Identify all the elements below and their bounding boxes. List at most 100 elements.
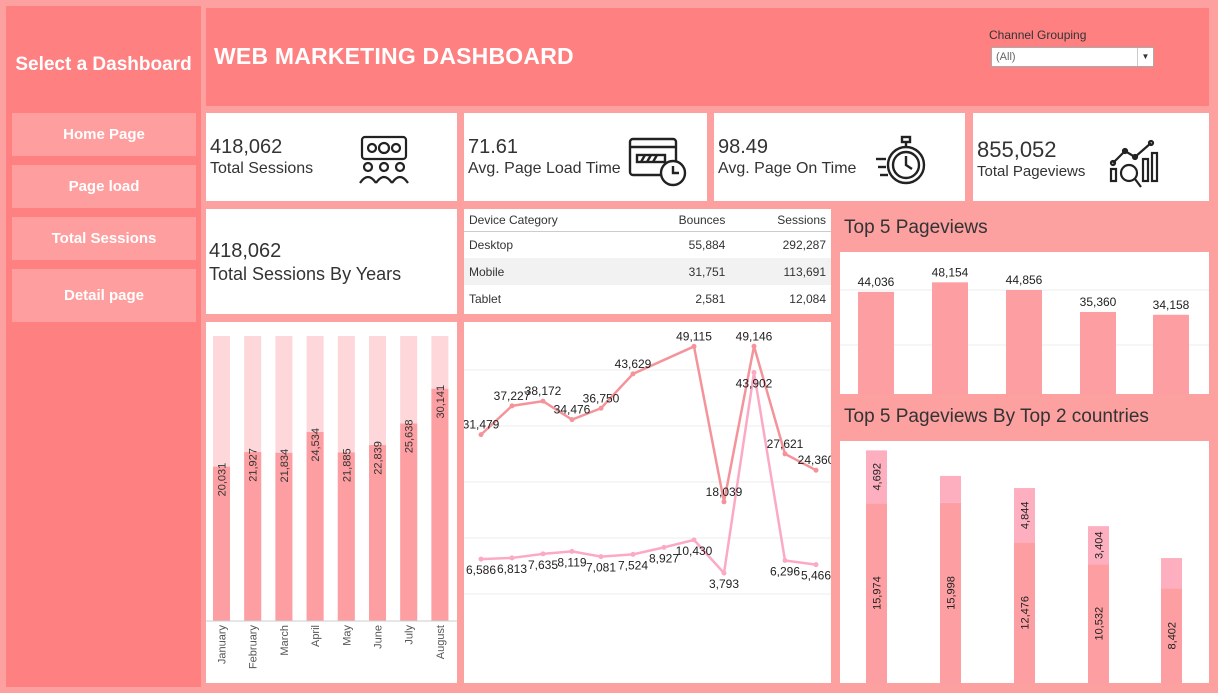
- table-cell: 113,691: [730, 258, 831, 285]
- data-point: [661, 544, 667, 550]
- data-point: [691, 537, 697, 543]
- data-label: 6,586: [466, 563, 496, 577]
- data-point: [721, 499, 727, 505]
- sidebar: Select a Dashboard Home Page Page load T…: [6, 6, 201, 687]
- top5-pageviews-card: 44,036 48,154 44,856 35,360 34,158: [840, 252, 1209, 394]
- data-point: [569, 548, 575, 554]
- data-point: [813, 562, 819, 568]
- kpi-value: 71.61: [468, 136, 519, 158]
- table-row: Tablet 2,581 12,084: [464, 285, 831, 312]
- page-title: WEB MARKETING DASHBOARD: [214, 43, 574, 69]
- column-header[interactable]: Bounces: [633, 209, 731, 232]
- sessions-by-years-value: 418,062: [209, 240, 282, 262]
- top5-countries-chart: 15,974 4,692 15,998 12,476 4,844 10,532 3,404 8…: [866, 450, 1182, 683]
- device-category-table: Device Category Bounces Sessions Desktop…: [464, 209, 831, 314]
- kpi-value: 855,052: [977, 137, 1057, 162]
- data-label: 3,404: [1094, 532, 1106, 560]
- sessions-line-chart-card: 31,479 37,227 38,172 34,476 36,750 43,629 49,1…: [463, 322, 835, 683]
- data-label: 21,885: [341, 448, 353, 482]
- table-header-row: Device Category Bounces Sessions: [464, 209, 831, 232]
- table-cell: 2,581: [695, 291, 726, 306]
- data-point: [630, 551, 636, 557]
- page-load-button[interactable]: Page load: [12, 165, 196, 208]
- tick-label: March: [279, 625, 291, 656]
- data-label: 44,856: [1006, 273, 1043, 287]
- tick-label: June: [373, 625, 385, 649]
- data-label: 7,635: [528, 558, 558, 572]
- kpi-page-on-time: 98.49 Avg. Page On Time: [714, 113, 965, 201]
- tick-label: February: [248, 625, 260, 670]
- data-point: [478, 556, 484, 562]
- data-label: 12,476: [1020, 596, 1032, 630]
- tick-label: May: [341, 625, 353, 646]
- table-cell: 292,287: [782, 237, 826, 252]
- stopwatch-icon: [876, 135, 926, 185]
- table-cell: 55,884: [688, 237, 726, 252]
- bar: [1006, 289, 1042, 394]
- kpi-value: 98.49: [718, 136, 769, 158]
- tick-label: August: [435, 625, 447, 659]
- data-label: 15,998: [946, 576, 958, 610]
- header: WEB MARKETING DASHBOARD Channel Grouping…: [206, 8, 1209, 106]
- sidebar-title: Select a Dashboard: [15, 54, 192, 75]
- data-point: [721, 570, 727, 576]
- data-label: 44,036: [858, 275, 895, 289]
- data-label: 3,793: [709, 577, 739, 591]
- sessions-by-years-label: Total Sessions By Years: [209, 264, 402, 284]
- table-row: Desktop 55,884 292,287: [464, 231, 831, 258]
- data-label: 10,430: [676, 544, 713, 558]
- kpi-label: Avg. Page Load Time: [468, 160, 621, 177]
- top5-countries-title: Top 5 Pageviews By Top 2 countries: [844, 406, 1149, 427]
- data-label: 24,534: [310, 428, 322, 462]
- data-label: 4,692: [872, 463, 884, 491]
- data-label: 38,172: [525, 384, 562, 398]
- detail-page-button[interactable]: Detail page: [12, 269, 196, 322]
- kpi-label: Total Pageviews: [977, 163, 1086, 180]
- data-label: 7,524: [618, 558, 648, 572]
- table-row: Mobile 31,751 113,691: [464, 258, 831, 285]
- sessions-by-years-card: 418,062 Total Sessions By Years: [206, 209, 457, 314]
- data-label: 4,844: [1020, 502, 1032, 530]
- top5-countries-card: 15,974 4,692 15,998 12,476 4,844 10,532 3,404 8…: [840, 441, 1209, 683]
- top5-pageviews-chart: 44,036 48,154 44,856 35,360 34,158: [840, 265, 1209, 394]
- data-label: 7,081: [586, 561, 616, 575]
- tick-label: April: [310, 625, 322, 647]
- people-screen-icon: [359, 135, 409, 184]
- data-label: 20,031: [217, 463, 229, 497]
- data-label: 15,974: [872, 576, 884, 610]
- data-label: 49,146: [736, 329, 773, 343]
- data-point: [751, 369, 757, 375]
- data-point: [782, 451, 788, 457]
- column-header[interactable]: Device Category: [464, 209, 634, 232]
- bar: [1161, 558, 1182, 589]
- bar: [940, 475, 961, 503]
- data-label: 5,466: [801, 569, 831, 583]
- bar: [932, 282, 968, 394]
- data-point: [540, 398, 546, 404]
- table-cell: Mobile: [464, 258, 634, 285]
- kpi-label: Avg. Page On Time: [718, 160, 857, 177]
- filter-value: (All): [996, 51, 1016, 63]
- channel-grouping-select[interactable]: (All) ▼: [991, 47, 1154, 67]
- total-sessions-button[interactable]: Total Sessions: [12, 217, 196, 260]
- data-point: [782, 558, 788, 564]
- kpi-total-sessions: 418,062 Total Sessions: [206, 113, 457, 201]
- data-point: [478, 432, 484, 438]
- data-point: [598, 554, 604, 560]
- monthly-sessions-chart: 20,031 January 21,927 February 21,834 March 24…: [206, 336, 457, 670]
- tick-label: January: [217, 625, 229, 665]
- column-header[interactable]: Sessions: [730, 209, 831, 232]
- home-page-button[interactable]: Home Page: [12, 113, 196, 156]
- analytics-magnifier-icon: [1109, 139, 1159, 188]
- bar: [431, 388, 449, 621]
- top5-pageviews-title: Top 5 Pageviews: [844, 217, 988, 238]
- data-label: 27,621: [767, 437, 804, 451]
- data-point: [569, 417, 575, 423]
- data-point: [691, 343, 697, 349]
- chevron-down-icon[interactable]: ▼: [1137, 48, 1153, 66]
- data-label: 22,839: [373, 441, 385, 475]
- data-label: 21,834: [279, 449, 291, 483]
- data-point: [598, 405, 604, 411]
- data-point: [509, 403, 515, 409]
- data-label: 34,158: [1153, 298, 1190, 312]
